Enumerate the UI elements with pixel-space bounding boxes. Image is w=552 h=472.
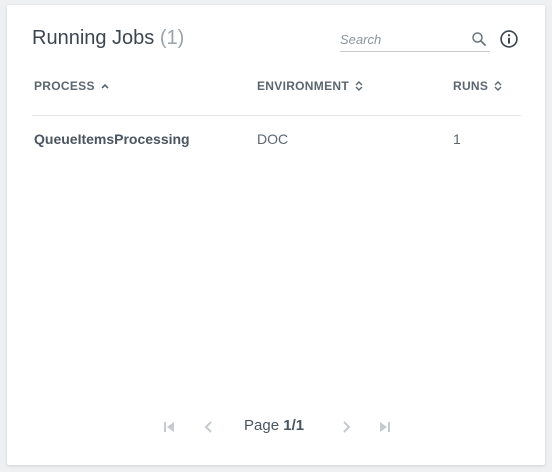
column-header-process[interactable]: PROCESS: [34, 79, 110, 93]
page-indicator: Page 1/1: [244, 417, 304, 434]
search-box: [340, 29, 490, 52]
job-count: (1): [159, 27, 185, 49]
table-row[interactable]: QueueItemsProcessing DOC 1: [32, 127, 521, 151]
column-header-label: ENVIRONMENT: [257, 79, 349, 93]
first-page-icon[interactable]: [161, 419, 177, 435]
cell-runs: 1: [453, 131, 461, 147]
column-header-runs[interactable]: RUNS: [453, 79, 503, 93]
cell-environment: DOC: [257, 131, 289, 147]
last-page-icon[interactable]: [377, 419, 393, 435]
page-prefix: Page: [244, 417, 280, 434]
chevron-up-icon: [101, 83, 109, 89]
page-total: 1: [295, 417, 305, 434]
sort-icon: [494, 81, 502, 91]
running-jobs-widget: Running Jobs (1) PROCESS ENVIRONMENT: [7, 5, 545, 465]
widget-title: Running Jobs (1): [32, 27, 184, 50]
page-current: 1: [283, 417, 292, 434]
search-input[interactable]: [340, 29, 460, 49]
table-header: PROCESS ENVIRONMENT RUNS: [32, 77, 521, 116]
column-header-label: RUNS: [453, 79, 489, 93]
column-header-label: PROCESS: [34, 79, 95, 93]
widget-title-text: Running Jobs: [32, 27, 155, 49]
sort-icon: [355, 81, 363, 91]
next-page-icon[interactable]: [338, 419, 354, 435]
column-header-environment[interactable]: ENVIRONMENT: [257, 79, 364, 93]
search-icon[interactable]: [470, 30, 488, 48]
info-icon[interactable]: [499, 29, 519, 49]
prev-page-icon[interactable]: [201, 419, 217, 435]
cell-process: QueueItemsProcessing: [34, 131, 190, 147]
pagination: Page 1/1: [7, 415, 545, 439]
